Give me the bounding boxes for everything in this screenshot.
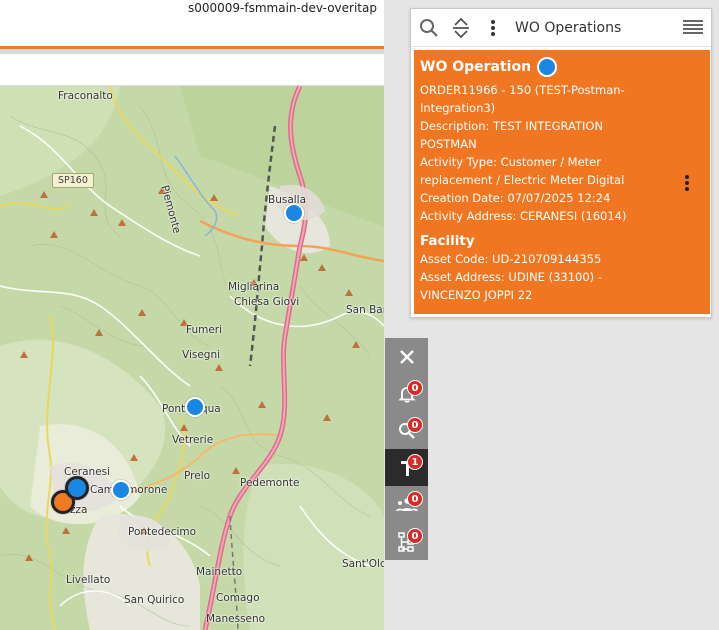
map-label-chiesa-giovi: Chiesa Giovi xyxy=(234,296,300,308)
top-bar: s000009-fsmmain-dev-overitap xyxy=(0,0,384,46)
map-label-vetrerie: Vetrerie xyxy=(172,434,214,446)
search-button[interactable] xyxy=(415,14,443,42)
map-label-san-quirico: San Quirico xyxy=(124,594,185,606)
card-more-vert-icon[interactable] xyxy=(682,174,692,194)
page-title: s000009-fsmmain-dev-overitap xyxy=(188,1,377,15)
map-label-pedemonte: Pedemonte xyxy=(240,477,300,489)
panel-title: WO Operations xyxy=(515,19,622,36)
card-line-asset-code: Asset Code: UD-210709144355 xyxy=(420,252,602,266)
map-label-santolc: Sant'Olc xyxy=(342,558,384,570)
card-heading-text: WO Operation xyxy=(420,59,532,75)
side-toolbar: 0 0 1 0 0 xyxy=(385,338,428,560)
map-marker-busalla[interactable] xyxy=(284,203,304,223)
search-badge: 0 xyxy=(407,417,423,433)
card-line-creation-date: Creation Date: 07/07/2025 12:24 xyxy=(420,191,611,205)
map-label-visegni: Visegni xyxy=(182,349,221,361)
search-icon xyxy=(420,18,438,37)
card-heading: WO Operation xyxy=(420,57,704,77)
map-view[interactable]: SP160 Fraconalto Piemonte Busalla Miglia… xyxy=(0,86,384,630)
map-label-prelo: Prelo xyxy=(184,470,211,482)
notifications-button[interactable]: 0 xyxy=(385,375,428,412)
more-vert-icon xyxy=(491,19,495,36)
map-marker-pontinvrea[interactable] xyxy=(185,397,205,417)
work-orders-button[interactable]: 1 xyxy=(385,449,428,486)
map-label-fumeri: Fumeri xyxy=(186,324,223,336)
card-body: ORDER11966 - 150 (TEST-Postman-Integrati… xyxy=(420,81,642,304)
map-marker-ceranesi[interactable] xyxy=(65,476,89,500)
status-dot-icon xyxy=(537,57,558,77)
map-label-migliarina: Migliarina xyxy=(228,281,280,293)
close-button[interactable] xyxy=(385,338,428,375)
work-orders-badge: 1 xyxy=(407,454,423,470)
map-label-comago: Comago xyxy=(216,592,260,604)
map-label-san-bar: San Bar xyxy=(346,304,384,316)
wo-operations-panel: WO Operations WO Operation ORDER11966 - … xyxy=(410,8,712,318)
card-line-description: Description: TEST INTEGRATION POSTMAN xyxy=(420,119,604,151)
map-label-mainetto: Mainetto xyxy=(196,566,243,578)
map-marker-campomorone[interactable] xyxy=(111,480,131,500)
more-options-button[interactable] xyxy=(479,14,507,42)
facility-heading: Facility xyxy=(420,233,475,249)
road-tag: SP160 xyxy=(52,173,94,188)
map-label-fraconalto: Fraconalto xyxy=(58,90,113,102)
search-tool-button[interactable]: 0 xyxy=(385,412,428,449)
card-line-asset-address: Asset Address: UDINE (33100) - VINCENZO … xyxy=(420,270,602,302)
filter-band xyxy=(0,54,384,86)
map-label-manesseno: Manesseno xyxy=(206,613,266,625)
close-icon xyxy=(399,349,414,364)
hamburger-menu-icon[interactable] xyxy=(683,18,703,38)
card-line-order: ORDER11966 - 150 (TEST-Postman-Integrati… xyxy=(420,83,625,115)
wo-operation-card[interactable]: WO Operation ORDER11966 - 150 (TEST-Post… xyxy=(414,50,710,314)
team-button[interactable]: 0 xyxy=(385,486,428,523)
card-line-activity-address: Activity Address: CERANESI (16014) xyxy=(420,209,627,223)
expand-collapse-icon xyxy=(453,17,469,38)
card-line-activity-type: Activity Type: Customer / Meter replacem… xyxy=(420,155,625,187)
hierarchy-button[interactable]: 0 xyxy=(385,523,428,560)
notifications-badge: 0 xyxy=(407,380,423,396)
hierarchy-badge: 0 xyxy=(407,528,423,544)
panel-header: WO Operations xyxy=(411,9,711,47)
team-badge: 0 xyxy=(407,491,423,507)
expand-collapse-button[interactable] xyxy=(447,14,475,42)
map-label-pontedecimo: Pontedecimo xyxy=(128,526,197,538)
map-label-livellato: Livellato xyxy=(66,574,111,586)
